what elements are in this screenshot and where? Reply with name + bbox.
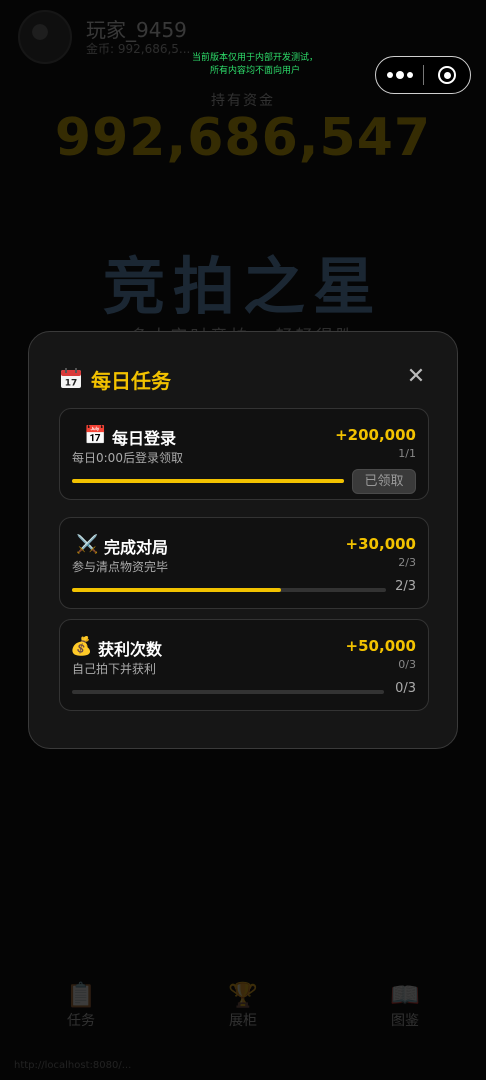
dot [386,72,393,78]
bottom-nav: 📋 任务 🏆 展柜 📖 图鉴 [0,980,486,1040]
task-card-complete-match: ⚔️ 完成对局 参与清点物资完毕 +30,000 2/3 2/3 [59,517,429,609]
nav-item-catalog[interactable]: 📖 图鉴 [324,980,486,1040]
nav-label: 展柜 [229,1013,257,1029]
trophy-icon: 🏆 [228,981,258,1009]
progress-fill [72,588,282,592]
task-count: 1/1 [398,447,416,460]
claimed-button[interactable]: 已领取 [352,469,416,494]
task-card-daily-login: 📅 每日登录 每日0:00后登录领取 +200,000 1/1 已领取 [59,408,429,500]
progress-fill [72,479,344,483]
progress-bar [72,690,384,694]
player-name: 玩家_9459 [86,18,187,42]
progress-bar [72,588,386,592]
nav-item-tasks[interactable]: 📋 任务 [0,980,162,1040]
wealth-value: 992,686,547 [54,108,432,168]
task-reward: +30,000 [345,535,416,553]
dot [395,71,404,79]
task-desc: 参与清点物资完毕 [72,560,169,574]
clipboard-icon: 📋 [66,981,96,1009]
task-card-profit-count: 💰 获利次数 自己拍下并获利 +50,000 0/3 0/3 [59,619,429,711]
money-bag-icon: 💰 [70,636,93,657]
dev-notice: 当前版本仅用于内部开发测试， 所有内容均不面向用户 [160,52,350,78]
task-desc: 每日0:00后登录领取 [72,451,183,465]
url-hint: http://localhost:8080/... [14,1060,132,1071]
task-reward: +50,000 [345,637,416,655]
calendar-icon: 📅 [84,425,107,446]
game-title: 竞拍之星 [102,250,383,323]
app-root: 玩家_9459 金币: 992,686,5... 持有资金 992,686,54… [0,0,486,1080]
task-reward: +200,000 [335,426,416,444]
svg-text:17: 17 [65,379,78,389]
progress-text: 2/3 [395,579,416,594]
progress-text: 0/3 [395,681,416,696]
task-name: 完成对局 [104,538,169,557]
task-count: 0/3 [398,658,416,671]
progress-bar [72,479,344,483]
task-name: 获利次数 [98,640,163,659]
calendar-icon: 17 [61,368,81,389]
modal-title: 每日任务 [91,369,171,393]
dev-notice-line: 所有内容均不面向用户 [209,66,300,76]
task-count: 2/3 [398,556,416,569]
nav-label: 任务 [67,1013,95,1029]
close-icon[interactable]: ✕ [403,364,429,390]
nav-item-showcase[interactable]: 🏆 展柜 [162,980,324,1040]
dev-notice-line: 当前版本仅用于内部开发测试， [191,53,318,63]
book-icon: 📖 [390,981,420,1009]
crossed-swords-icon: ⚔️ [76,534,99,555]
miniapp-capsule [375,56,471,94]
dot [406,72,413,78]
daily-tasks-modal: 17 每日任务 ✕ 📅 每日登录 每日0:00后登录领取 +200,000 1/… [28,331,458,749]
more-dots-icon[interactable] [376,57,423,93]
nav-label: 图鉴 [391,1013,419,1029]
ring [438,66,456,84]
task-name: 每日登录 [112,429,177,448]
avatar[interactable] [18,10,72,64]
target-close-icon[interactable] [424,57,470,93]
task-desc: 自己拍下并获利 [72,662,157,676]
